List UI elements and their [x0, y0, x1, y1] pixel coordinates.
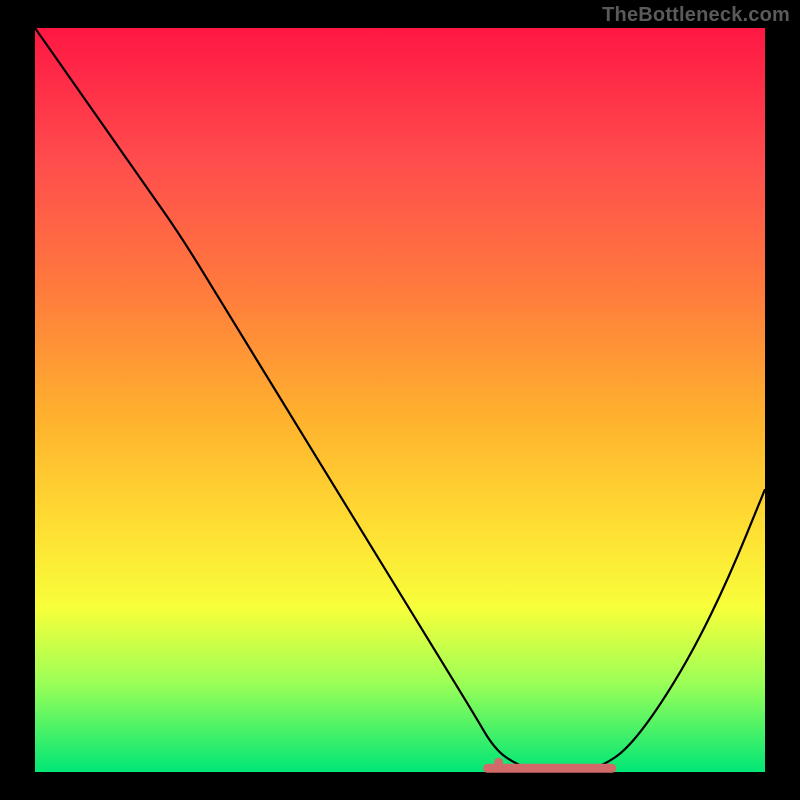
optimal-range-dot [494, 758, 503, 767]
chart-frame: TheBottleneck.com [0, 0, 800, 800]
watermark-text: TheBottleneck.com [602, 4, 790, 27]
plot-background [35, 28, 765, 772]
bottleneck-chart [0, 0, 800, 800]
